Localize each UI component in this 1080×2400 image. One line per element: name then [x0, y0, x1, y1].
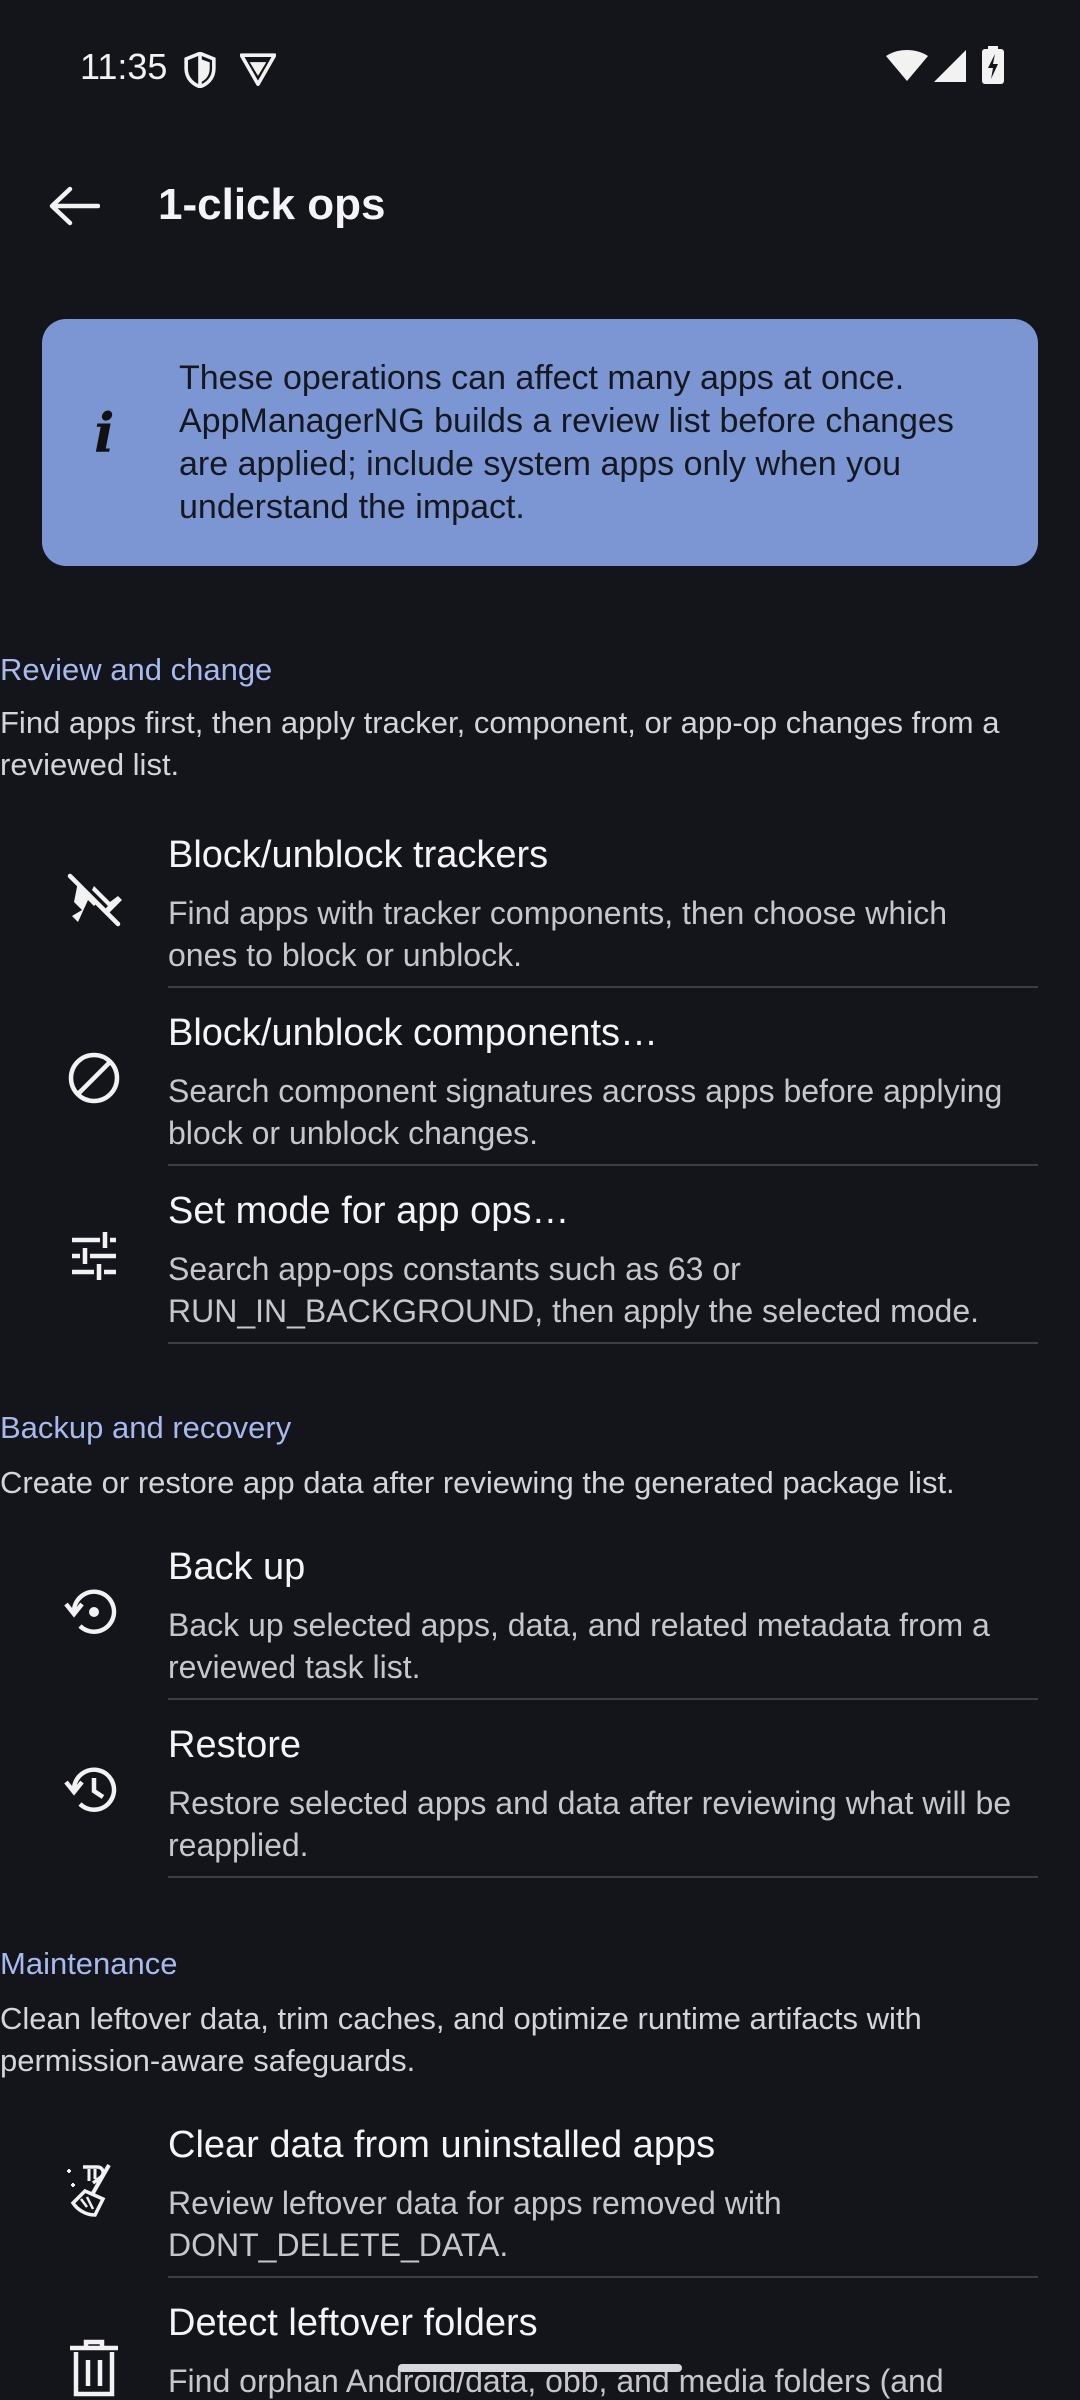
signal-icon — [934, 50, 966, 82]
cleaning-icon — [60, 2156, 128, 2224]
block-trackers-item[interactable]: Block/unblock trackers Find apps with tr… — [0, 810, 1080, 988]
row-title: Set mode for app ops… — [168, 1190, 570, 1232]
row-subtitle: Find apps with tracker components, then … — [168, 895, 948, 973]
info-card: i These operations can affect many apps … — [42, 319, 1038, 566]
vpn-icon — [240, 53, 276, 86]
battery-charging-icon — [982, 46, 1004, 84]
row-title: Detect leftover folders — [168, 2302, 538, 2344]
section-title-maintenance: Maintenance — [0, 1946, 178, 1981]
row-subtitle: Search component signatures across apps … — [168, 1073, 1003, 1151]
info-icon: i — [94, 401, 115, 465]
section-title-review: Review and change — [0, 652, 273, 687]
block-icon — [60, 1044, 128, 1112]
row-title: Clear data from uninstalled apps — [168, 2124, 716, 2166]
tracker-off-icon — [60, 866, 128, 934]
restore-item[interactable]: Restore Restore selected apps and data a… — [0, 1700, 1080, 1878]
section-desc-maintenance: Clean leftover data, trim caches, and op… — [0, 2001, 922, 2078]
row-title: Block/unblock trackers — [168, 834, 549, 876]
detect-leftover-folders-item[interactable]: Detect leftover folders Find orphan Andr… — [0, 2278, 1080, 2400]
restore-icon — [60, 1756, 128, 1824]
divider — [168, 1876, 1038, 1878]
screen: 11:35 1-click ops i These operations can… — [0, 0, 1080, 2400]
wifi-icon — [886, 50, 928, 81]
status-time: 11:35 — [80, 46, 168, 87]
home-indicator[interactable] — [398, 2364, 682, 2372]
tune-icon — [60, 1222, 128, 1290]
row-title: Block/unblock components… — [168, 1012, 659, 1054]
row-title: Back up — [168, 1546, 306, 1588]
section-title-backup: Backup and recovery — [0, 1410, 292, 1445]
clear-uninstalled-data-item[interactable]: Clear data from uninstalled apps Review … — [0, 2100, 1080, 2278]
section-desc-backup: Create or restore app data after reviewi… — [0, 1465, 955, 1500]
arrow-back-icon — [49, 186, 100, 226]
page-title: 1-click ops — [158, 180, 386, 229]
row-subtitle: Search app-ops constants such as 63 or R… — [168, 1251, 980, 1329]
block-components-item[interactable]: Block/unblock components… Search compone… — [0, 988, 1080, 1166]
app-ops-mode-item[interactable]: Set mode for app ops… Search app-ops con… — [0, 1166, 1080, 1344]
row-subtitle: Restore selected apps and data after rev… — [168, 1785, 1012, 1863]
info-card-text: These operations can affect many apps at… — [179, 359, 954, 526]
row-subtitle: Review leftover data for apps removed wi… — [168, 2185, 782, 2263]
shield-icon — [184, 52, 216, 88]
section-desc-review: Find apps first, then apply tracker, com… — [0, 705, 1000, 782]
back-button[interactable] — [38, 170, 110, 242]
backup-item[interactable]: Back up Back up selected apps, data, and… — [0, 1522, 1080, 1700]
row-subtitle: Back up selected apps, data, and related… — [168, 1607, 990, 1685]
trash-icon — [60, 2334, 128, 2400]
divider — [168, 1342, 1038, 1344]
row-title: Restore — [168, 1724, 302, 1766]
app-bar: 1-click ops — [0, 130, 1080, 280]
backup-icon — [60, 1578, 128, 1646]
status-bar: 11:35 — [0, 0, 1080, 130]
